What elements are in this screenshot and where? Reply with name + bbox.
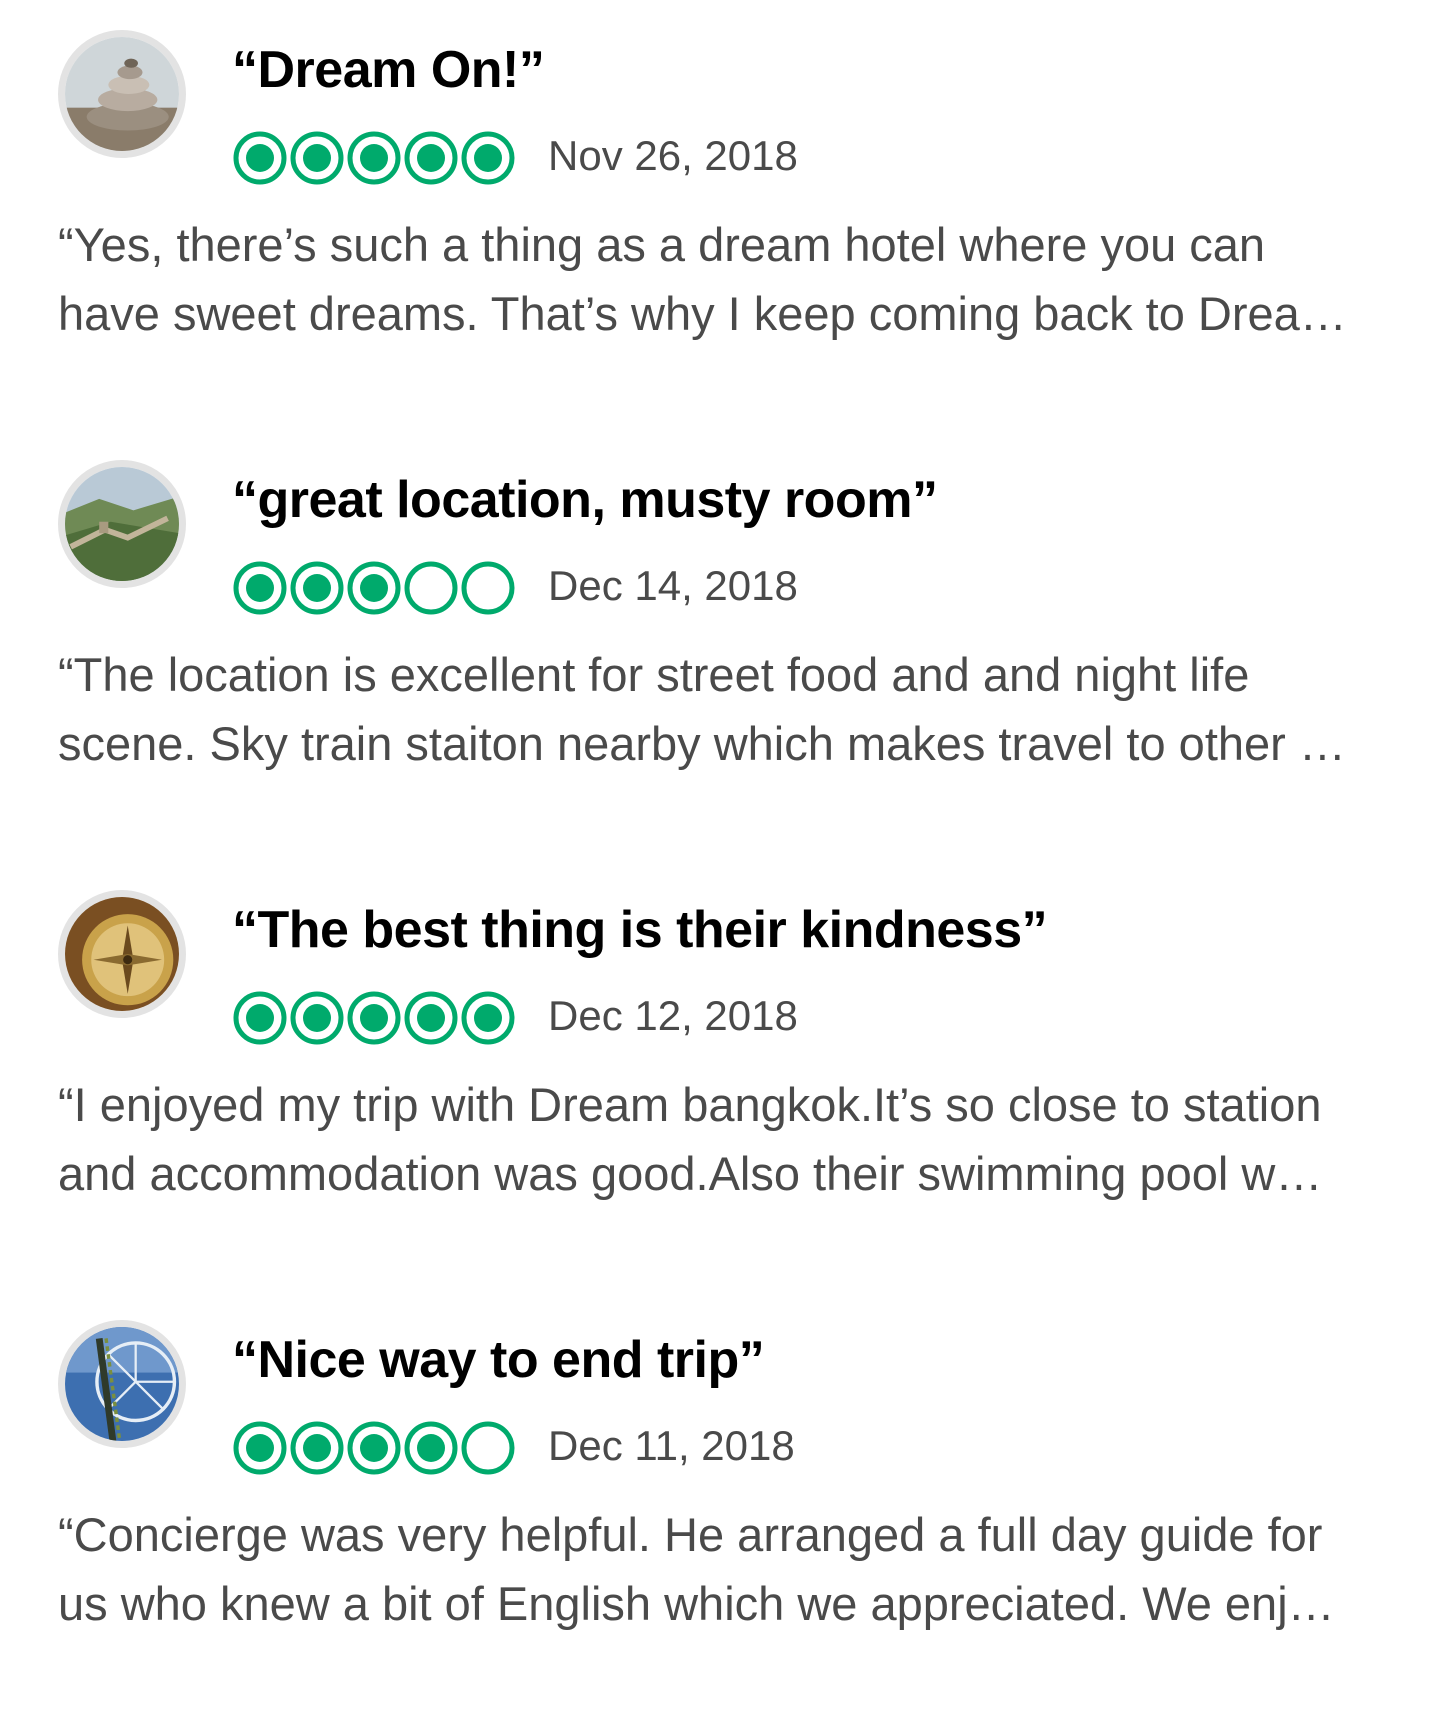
filled-bubble-icon [290,131,344,185]
filled-bubble-icon [233,131,287,185]
review-date: Nov 26, 2018 [548,132,798,179]
filled-bubble-icon [233,561,287,615]
filled-bubble-icon [461,991,515,1045]
reviewer-avatar[interactable] [58,30,186,158]
review-title[interactable]: “Nice way to end trip” [232,1330,765,1390]
review-card[interactable]: “great location, musty room” Dec 14, 201… [0,430,1440,860]
filled-bubble-icon [404,131,458,185]
snippet-line: have sweet dreams. That’s why I keep com… [58,287,1347,340]
review-title[interactable]: “Dream On!” [232,40,545,100]
snippet-line: “Concierge was very helpful. He arranged… [58,1508,1323,1561]
rating-bubbles [233,1421,515,1475]
filled-bubble-icon [233,1421,287,1475]
filled-bubble-icon [233,991,287,1045]
rating-bubbles [233,131,515,185]
filled-bubble-icon [290,991,344,1045]
filled-bubble-icon [347,1421,401,1475]
compass-icon [65,897,179,1011]
empty-bubble-icon [461,561,515,615]
review-title[interactable]: “The best thing is their kindness” [232,900,1048,960]
review-date: Dec 11, 2018 [548,1422,795,1469]
review-snippet[interactable]: “The location is excellent for street fo… [58,640,1398,778]
empty-bubble-icon [461,1421,515,1475]
filled-bubble-icon [461,131,515,185]
empty-bubble-icon [404,561,458,615]
reviews-page: { "accent_color": "#00aa6c", "reviews": … [0,0,1440,1670]
review-date: Dec 14, 2018 [548,562,798,609]
review-card[interactable]: “Nice way to end trip” Dec 11, 2018 “Con… [0,1290,1440,1720]
snippet-line: scene. Sky train staiton nearby which ma… [58,717,1346,770]
snippet-line: “I enjoyed my trip with Dream bangkok.It… [58,1078,1322,1131]
filled-bubble-icon [404,1421,458,1475]
review-snippet[interactable]: “Yes, there’s such a thing as a dream ho… [58,210,1398,348]
ferris-wheel-icon [65,1327,179,1441]
stacked-stones-icon [65,37,179,151]
review-card[interactable]: “Dream On!” Nov 26, 2018 “Yes, there’s s… [0,0,1440,430]
filled-bubble-icon [290,1421,344,1475]
snippet-line: and accommodation was good.Also their sw… [58,1147,1323,1200]
snippet-line: “The location is excellent for street fo… [58,648,1250,701]
rating-bubbles [233,991,515,1045]
review-snippet[interactable]: “Concierge was very helpful. He arranged… [58,1500,1398,1638]
filled-bubble-icon [347,131,401,185]
reviewer-avatar[interactable] [58,460,186,588]
review-date: Dec 12, 2018 [548,992,798,1039]
snippet-line: us who knew a bit of English which we ap… [58,1577,1335,1630]
rating-bubbles [233,561,515,615]
reviewer-avatar[interactable] [58,1320,186,1448]
filled-bubble-icon [404,991,458,1045]
filled-bubble-icon [290,561,344,615]
great-wall-icon [65,467,179,581]
filled-bubble-icon [347,561,401,615]
reviewer-avatar[interactable] [58,890,186,1018]
filled-bubble-icon [347,991,401,1045]
review-title[interactable]: “great location, musty room” [232,470,938,530]
review-card[interactable]: “The best thing is their kindness” Dec 1… [0,860,1440,1290]
review-snippet[interactable]: “I enjoyed my trip with Dream bangkok.It… [58,1070,1398,1208]
snippet-line: “Yes, there’s such a thing as a dream ho… [58,218,1266,271]
